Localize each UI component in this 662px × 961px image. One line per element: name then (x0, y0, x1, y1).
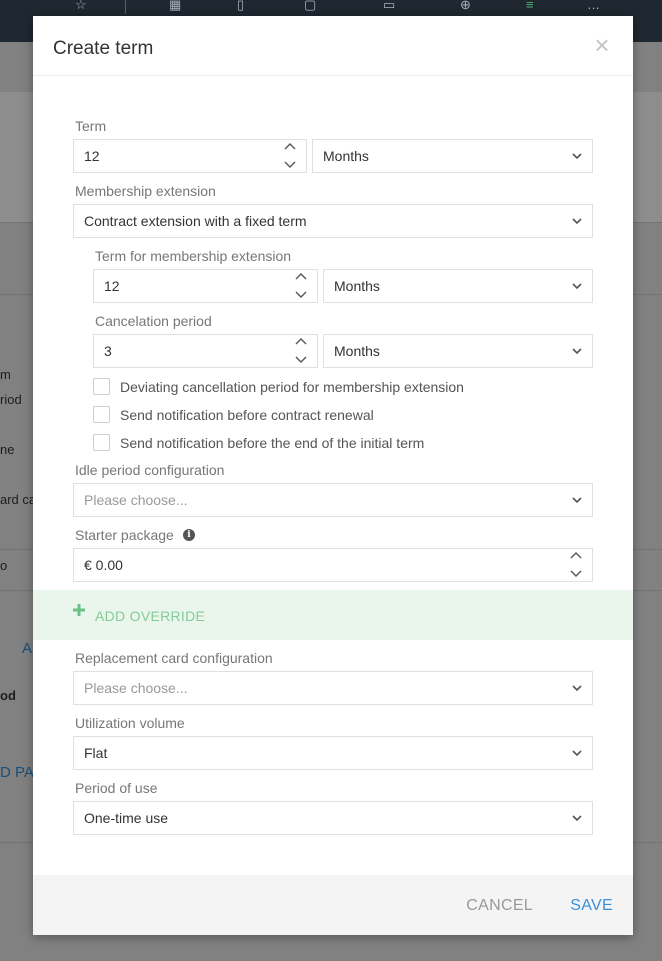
dashboard-icon[interactable]: ▦ (169, 0, 181, 11)
stepper-arrows-icon[interactable] (284, 141, 296, 171)
stepper-arrows-icon[interactable] (295, 271, 307, 301)
starter-package-value: € 0.00 (84, 557, 123, 573)
extension-term-unit-value: Months (334, 278, 380, 294)
plus-icon (73, 604, 85, 616)
dialog-title: Create term (53, 38, 154, 59)
members-icon[interactable]: ▯ (237, 0, 244, 11)
period-of-use-select[interactable]: One-time use (73, 801, 593, 835)
idle-period-placeholder: Please choose... (84, 492, 188, 508)
wallet-icon[interactable]: ▢ (304, 0, 316, 11)
more-icon[interactable]: … (587, 0, 600, 11)
replacement-card-select[interactable]: Please choose... (73, 671, 593, 705)
cancel-button[interactable]: CANCEL (466, 897, 533, 915)
term-unit-value: Months (323, 148, 369, 164)
settings-sliders-icon[interactable]: ≡ (526, 0, 534, 11)
membership-extension-select[interactable]: Contract extension with a fixed term (73, 204, 593, 238)
deviating-cancellation-checkbox-row[interactable]: Deviating cancellation period for member… (93, 378, 573, 396)
checkbox-label: Deviating cancellation period for member… (120, 379, 464, 395)
save-button[interactable]: SAVE (570, 897, 613, 915)
chevron-down-icon (572, 283, 582, 290)
close-icon[interactable]: × (591, 32, 613, 58)
background-text: m (0, 367, 11, 382)
renewal-notification-checkbox[interactable] (93, 406, 110, 423)
utilization-volume-select[interactable]: Flat (73, 736, 593, 770)
chevron-down-icon (572, 685, 582, 692)
calendar-icon[interactable]: ▭ (383, 0, 395, 11)
cancelation-period-unit-value: Months (334, 343, 380, 359)
info-icon[interactable]: i (183, 529, 195, 541)
background-text: o (0, 558, 8, 573)
period-of-use-value: One-time use (84, 810, 169, 826)
replacement-card-placeholder: Please choose... (84, 680, 188, 696)
cancelation-period-unit-select[interactable]: Months (323, 334, 593, 368)
chevron-down-icon (572, 153, 582, 160)
chevron-down-icon (572, 497, 582, 504)
term-unit-select[interactable]: Months (312, 139, 593, 173)
term-for-extension-label: Term for membership extension (95, 248, 292, 264)
chevron-down-icon (572, 218, 582, 225)
initial-term-notification-checkbox[interactable] (93, 434, 110, 451)
idle-period-select[interactable]: Please choose... (73, 483, 593, 517)
period-of-use-label: Period of use (75, 780, 158, 796)
extension-term-unit-select[interactable]: Months (323, 269, 593, 303)
background-text: ne (0, 442, 15, 457)
background-text: od (0, 688, 16, 703)
membership-extension-label: Membership extension (75, 183, 216, 199)
term-number-input[interactable]: 12 (73, 139, 307, 173)
term-label: Term (75, 118, 107, 134)
utilization-volume-label: Utilization volume (75, 715, 185, 731)
cancelation-period-number-input[interactable]: 3 (93, 334, 318, 368)
renewal-notification-checkbox-row[interactable]: Send notification before contract renewa… (93, 406, 573, 424)
cancelation-period-label: Cancelation period (95, 313, 212, 329)
stepper-arrows-icon[interactable] (295, 336, 307, 366)
replacement-card-label: Replacement card configuration (75, 650, 273, 666)
chevron-down-icon (572, 750, 582, 757)
add-override-label: ADD OVERRIDE (95, 608, 206, 624)
dialog-footer: CANCEL SAVE (33, 875, 633, 935)
membership-extension-value: Contract extension with a fixed term (84, 213, 307, 229)
create-term-dialog: Create term × Term 12 Months Membership … (33, 16, 633, 935)
starter-package-input[interactable]: € 0.00 (73, 548, 593, 582)
euro-icon[interactable]: ⊕ (460, 0, 471, 11)
term-value: 12 (84, 148, 100, 164)
background-text: riod (0, 392, 22, 407)
dialog-header: Create term × (33, 16, 633, 76)
chevron-down-icon (572, 348, 582, 355)
starter-package-label: Starter package (75, 527, 174, 543)
extension-term-number-input[interactable]: 12 (93, 269, 318, 303)
background-link[interactable]: A (22, 640, 32, 657)
extension-term-value: 12 (104, 278, 120, 294)
utilization-volume-value: Flat (84, 745, 108, 761)
star-icon[interactable]: ☆ (75, 0, 87, 11)
checkbox-label: Send notification before the end of the … (120, 435, 425, 451)
stepper-arrows-icon[interactable] (570, 550, 582, 580)
deviating-cancellation-checkbox[interactable] (93, 378, 110, 395)
background-text: ard ca (0, 492, 37, 507)
cancelation-period-value: 3 (104, 343, 112, 359)
add-override-button[interactable]: ADD OVERRIDE (33, 590, 633, 640)
toolbar-divider (125, 0, 126, 14)
idle-period-label: Idle period configuration (75, 462, 225, 478)
chevron-down-icon (572, 815, 582, 822)
initial-term-notification-checkbox-row[interactable]: Send notification before the end of the … (93, 434, 573, 452)
checkbox-label: Send notification before contract renewa… (120, 407, 374, 423)
